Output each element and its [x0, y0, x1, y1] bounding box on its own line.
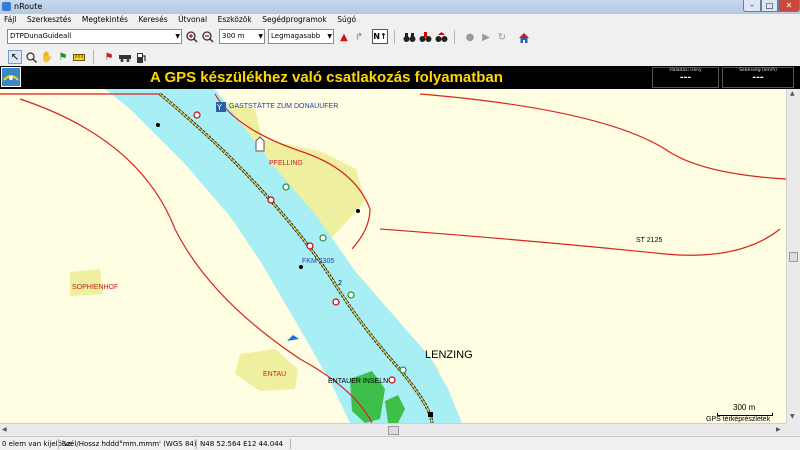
zoom-select-value: 300 m	[222, 32, 245, 40]
label-entauer-inseln: ENTAUER INSELN	[328, 378, 389, 385]
window-title: nRoute	[14, 2, 43, 11]
map-select[interactable]: DTPDunaGuideall ▼	[7, 29, 182, 44]
menu-edit[interactable]: Szerkesztés	[23, 14, 75, 24]
maximize-button[interactable]: □	[761, 0, 778, 12]
map-canvas[interactable]: Y GASTSTÄTTE ZUM DONAUUFER PFELLING FKM …	[0, 89, 786, 423]
select-pointer-icon[interactable]: ↖	[8, 50, 22, 64]
road-northeast	[419, 93, 786, 180]
map-select-value: DTPDunaGuideall	[10, 32, 72, 40]
zoom-out-icon[interactable]	[201, 30, 215, 44]
poi-dot	[299, 265, 303, 269]
nroute-window: nRoute – □ ✕ Fájl Szerkesztés Megtekinté…	[0, 0, 800, 450]
status-bar: 0 elem van kijelölve Szél/Hossz hddd°mm.…	[0, 436, 800, 450]
menu-bar: Fájl Szerkesztés Megtekintés Keresés Útv…	[0, 14, 800, 26]
poi-dot	[156, 123, 160, 127]
label-entau: ENTAU	[263, 371, 287, 378]
horizontal-scroll-thumb[interactable]	[388, 426, 399, 435]
menu-tools[interactable]: Eszközök	[214, 14, 256, 24]
binoculars-icon[interactable]	[402, 30, 416, 44]
find-nearby-icon[interactable]	[434, 30, 448, 44]
vertical-scroll-thumb[interactable]	[789, 252, 798, 262]
gps-logo-icon	[1, 67, 21, 87]
scale-title: GPS térképrészletek	[706, 416, 771, 423]
measure-ruler-icon[interactable]	[72, 50, 86, 64]
gps-status-banner: A GPS készülékhez való csatlakozás folya…	[0, 66, 800, 89]
svg-text:Y: Y	[216, 103, 222, 112]
label-lenzing: LENZING	[425, 349, 473, 361]
home-icon[interactable]	[517, 30, 531, 44]
settlement-sophienhof-area	[70, 269, 103, 296]
zoom-select[interactable]: 300 m ▼	[219, 29, 265, 44]
speed-panel: Sebesség (km/h) ---	[722, 67, 794, 88]
direction-arrow-icon[interactable]: ▲	[337, 30, 351, 44]
menu-search[interactable]: Keresés	[134, 14, 171, 24]
pan-hand-icon[interactable]: ✋	[40, 50, 54, 64]
poi-dot	[356, 209, 360, 213]
zoom-in-icon[interactable]	[185, 30, 199, 44]
scale-value: 300 m	[733, 403, 756, 412]
menu-view[interactable]: Megtekintés	[78, 14, 132, 24]
detail-select-value: Legmagasabb	[271, 32, 321, 40]
find-route-icon[interactable]	[418, 30, 432, 44]
speed-value: ---	[752, 73, 764, 83]
poi-square	[428, 412, 433, 417]
boat-marker-icon	[287, 335, 299, 341]
menu-utilities[interactable]: Segédprogramok	[258, 14, 330, 24]
status-coord-format: Szél/Hossz hddd°mm.mmm' (WGS 84)	[62, 440, 197, 448]
zoom-tool-icon[interactable]	[24, 50, 38, 64]
waypoint-flag-icon[interactable]: ⚑	[56, 50, 70, 64]
status-divider	[58, 439, 59, 449]
status-divider	[290, 439, 291, 449]
chevron-down-icon: ▼	[327, 33, 332, 40]
heading-panel: Haladási irány ---	[652, 67, 719, 88]
play-icon[interactable]: ▶	[479, 30, 493, 44]
label-sophienhof: SOPHIENHOF	[72, 284, 119, 291]
minimize-button[interactable]: –	[743, 0, 761, 12]
road-st2125	[379, 228, 781, 256]
fuel-pump-icon[interactable]	[134, 50, 148, 64]
menu-file[interactable]: Fájl	[0, 14, 20, 24]
menu-route[interactable]: Útvonal	[174, 14, 211, 24]
map-graphics: Y	[0, 89, 786, 423]
turn-right-icon[interactable]: ↱	[352, 30, 366, 44]
route-flag-icon[interactable]: ⚑	[102, 50, 116, 64]
label-pfelling: PFELLING	[269, 160, 303, 167]
title-bar: nRoute – □ ✕	[0, 0, 800, 14]
scroll-left-icon[interactable]: ◀	[2, 426, 7, 433]
scrollbar-corner	[786, 423, 800, 436]
detail-select[interactable]: Legmagasabb ▼	[268, 29, 334, 44]
refresh-icon[interactable]: ↻	[495, 30, 509, 44]
scroll-down-icon[interactable]: ▼	[790, 413, 795, 420]
toolbar-divider	[93, 50, 94, 64]
map-scale: 300 m GPS térképrészletek	[703, 403, 777, 423]
tools-toolbar: ↖ ✋ ⚑ ⚑	[0, 48, 800, 66]
status-coordinates: N48 52.564 E12 44.044	[200, 440, 284, 448]
label-st2125: ST 2125	[636, 237, 663, 244]
record-icon[interactable]: ●	[463, 30, 477, 44]
toolbar-divider	[394, 30, 395, 44]
settlement-entau-area	[235, 349, 298, 391]
vertical-scrollbar[interactable]: ▲ ▼	[786, 89, 800, 423]
label-gaststatte: GASTSTÄTTE ZUM DONAUUFER	[229, 103, 339, 110]
main-toolbar: DTPDunaGuideall ▼ 300 m ▼ Legmagasabb ▼ …	[0, 27, 800, 47]
close-button[interactable]: ✕	[778, 0, 800, 12]
label-fkm: FKM 2305	[302, 258, 335, 265]
menu-help[interactable]: Súgó	[333, 14, 360, 24]
scroll-right-icon[interactable]: ▶	[776, 426, 781, 433]
app-icon	[2, 2, 11, 11]
toolbar-divider	[454, 30, 455, 44]
chevron-down-icon: ▼	[258, 33, 263, 40]
scroll-up-icon[interactable]: ▲	[790, 90, 795, 97]
track-icon[interactable]	[118, 50, 132, 64]
chevron-down-icon: ▼	[175, 33, 180, 40]
status-divider	[196, 439, 197, 449]
north-up-button[interactable]: N↑	[372, 29, 388, 44]
heading-value: ---	[679, 73, 692, 83]
gps-connecting-message: A GPS készülékhez való csatlakozás folya…	[150, 69, 503, 86]
church-icon	[255, 136, 265, 152]
horizontal-scrollbar[interactable]: ◀ ▶	[0, 423, 786, 436]
label-buoy-number: 2	[338, 280, 342, 287]
